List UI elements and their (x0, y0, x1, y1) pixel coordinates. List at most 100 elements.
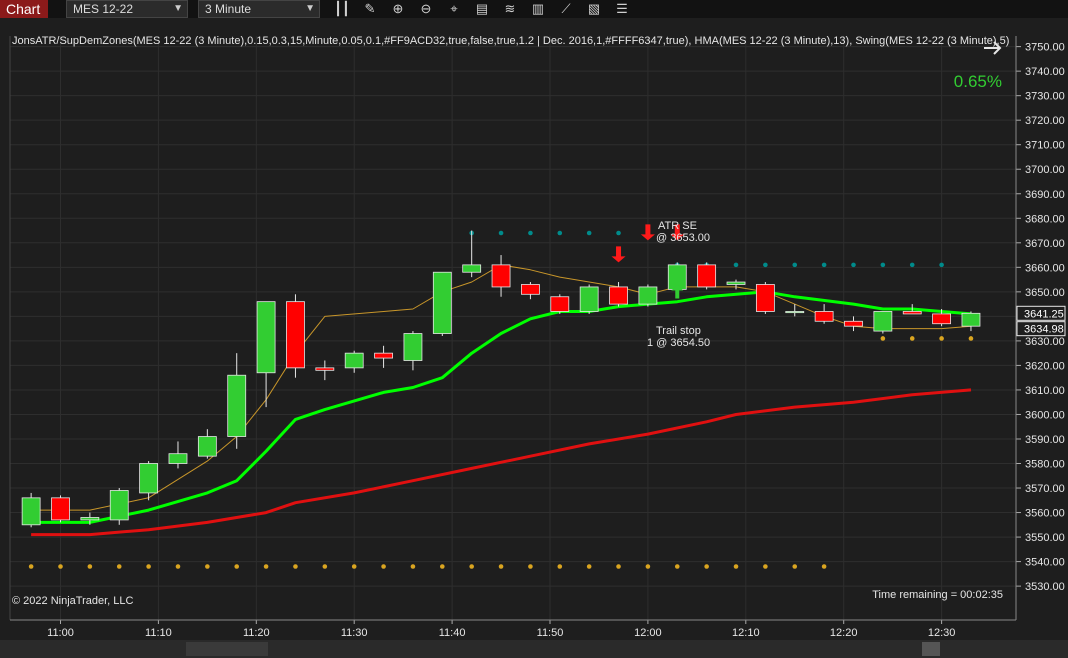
candle-body (814, 311, 834, 322)
price-chart[interactable]: 3530.00 3540.00 3550.00 3560.00 3570.00 3580.… (0, 18, 1068, 658)
candle (432, 271, 452, 336)
swing-high-dot (557, 230, 563, 236)
y-tick-label: 3530.00 (1025, 581, 1065, 593)
candle-body (726, 281, 746, 285)
candle-body (902, 311, 922, 315)
x-tick-label: 12:20 (830, 627, 858, 639)
swing-low-dot (146, 564, 151, 569)
candle-body (21, 497, 41, 526)
swing-low-dot (792, 564, 798, 569)
candle-body (227, 374, 247, 437)
scrollbar-grip[interactable] (922, 642, 940, 656)
candle-body (491, 264, 511, 288)
swing-low-dot (880, 336, 886, 341)
pencil-icon[interactable]: ✎ (362, 1, 378, 17)
swing-high-dot (821, 262, 827, 268)
chevron-down-icon: ▼ (173, 3, 183, 14)
swing-low-dot (351, 564, 357, 569)
swing-high-dot (498, 230, 504, 236)
swing-low-dot (645, 564, 651, 569)
copyright-text: © 2022 NinjaTrader, LLC (12, 595, 133, 607)
swing-low-dot (175, 564, 181, 569)
scrollbar-thumb[interactable] (186, 642, 268, 656)
x-tick-label: 12:10 (732, 627, 760, 639)
candle-body (961, 312, 981, 327)
x-tick-label: 11:40 (439, 627, 466, 639)
swing-low-dot (674, 564, 680, 569)
swing-low-dot (968, 336, 974, 341)
y-tick-label: 3710.00 (1025, 140, 1065, 152)
swing-low-dot (293, 564, 298, 569)
entry-label: ATR SE (658, 220, 697, 232)
y-tick-label: 3580.00 (1025, 459, 1065, 471)
y-tick-label: 3620.00 (1025, 360, 1065, 372)
swing-low-dot (440, 564, 445, 569)
properties-icon[interactable]: ▤ (474, 1, 490, 17)
swing-high-dot (733, 262, 739, 268)
candle-body (638, 286, 658, 305)
candle-body (374, 352, 393, 359)
x-tick-label: 11:30 (341, 627, 368, 639)
bar-type-icon[interactable]: ┃┃ (334, 1, 350, 17)
swing-low-dot (469, 564, 474, 569)
swing-high-dot (880, 262, 886, 268)
swing-low-dot (616, 564, 621, 569)
crosshair-icon[interactable]: ⌖ (446, 1, 462, 17)
y-tick-label: 3590.00 (1025, 434, 1065, 446)
candle-body (286, 301, 305, 369)
time-remaining: Time remaining = 00:02:35 (872, 589, 1003, 601)
candle (51, 495, 70, 523)
candle (550, 294, 570, 314)
swing-high-dot (763, 262, 768, 268)
y-tick-label: 3560.00 (1025, 508, 1065, 520)
data-box-icon[interactable]: ⟋ (558, 1, 574, 17)
candle-body (197, 436, 217, 457)
candle (579, 284, 599, 314)
swing-low-dot (557, 564, 563, 569)
x-tick-label: 11:50 (537, 627, 564, 639)
price-tag: 3641.25 (1016, 305, 1066, 321)
instrument-selector[interactable]: MES 12-22 ▼ (66, 0, 188, 18)
candle-body (403, 333, 423, 361)
swing-low-dot (763, 564, 768, 569)
chart-toolbar: Chart MES 12-22 ▼ 3 Minute ▼ ┃┃ ✎ ⊕ ⊖ ⌖ … (0, 0, 1068, 19)
y-tick-label: 3690.00 (1025, 189, 1065, 201)
price-tag: 3634.98 (1016, 321, 1066, 337)
chart-tab[interactable]: Chart (0, 0, 48, 18)
zoom-in-icon[interactable]: ⊕ (390, 1, 406, 17)
swing-high-dot (528, 230, 533, 236)
candle-body (168, 453, 188, 464)
candle-body (344, 352, 364, 369)
instrument-value: MES 12-22 (73, 2, 134, 16)
swing-low-dot (234, 564, 240, 569)
indicators-icon[interactable]: ≋ (502, 1, 518, 17)
swing-high-dot (909, 262, 915, 268)
exit-label: Trail stop (656, 325, 701, 337)
strategies-icon[interactable]: ▥ (530, 1, 546, 17)
y-tick-label: 3700.00 (1025, 164, 1065, 176)
y-tick-label: 3650.00 (1025, 287, 1065, 299)
x-tick-label: 12:00 (634, 627, 662, 639)
y-tick-label: 3570.00 (1025, 483, 1065, 495)
swing-high-dot (792, 262, 798, 268)
candle-body (315, 367, 335, 371)
swing-low-dot (28, 564, 34, 569)
swing-low-dot (381, 564, 386, 569)
candle (21, 492, 41, 528)
menu-icon[interactable]: ☰ (614, 1, 630, 17)
horizontal-scrollbar[interactable] (0, 640, 1068, 658)
swing-low-dot (205, 564, 210, 569)
zoom-out-icon[interactable]: ⊖ (418, 1, 434, 17)
x-tick-label: 11:10 (145, 627, 172, 639)
candle-body (521, 284, 540, 295)
candle (109, 488, 129, 525)
swing-low-dot (909, 336, 915, 341)
price-tag-label: 3634.98 (1024, 324, 1064, 336)
candle (755, 282, 775, 314)
swing-high-dot (586, 230, 592, 236)
interval-selector[interactable]: 3 Minute ▼ (198, 0, 320, 18)
indicator-header: JonsATR/SupDemZones(MES 12-22 (3 Minute)… (12, 35, 1009, 47)
candle (873, 311, 893, 334)
swing-low-dot (58, 564, 63, 569)
template-icon[interactable]: ▧ (586, 1, 602, 17)
